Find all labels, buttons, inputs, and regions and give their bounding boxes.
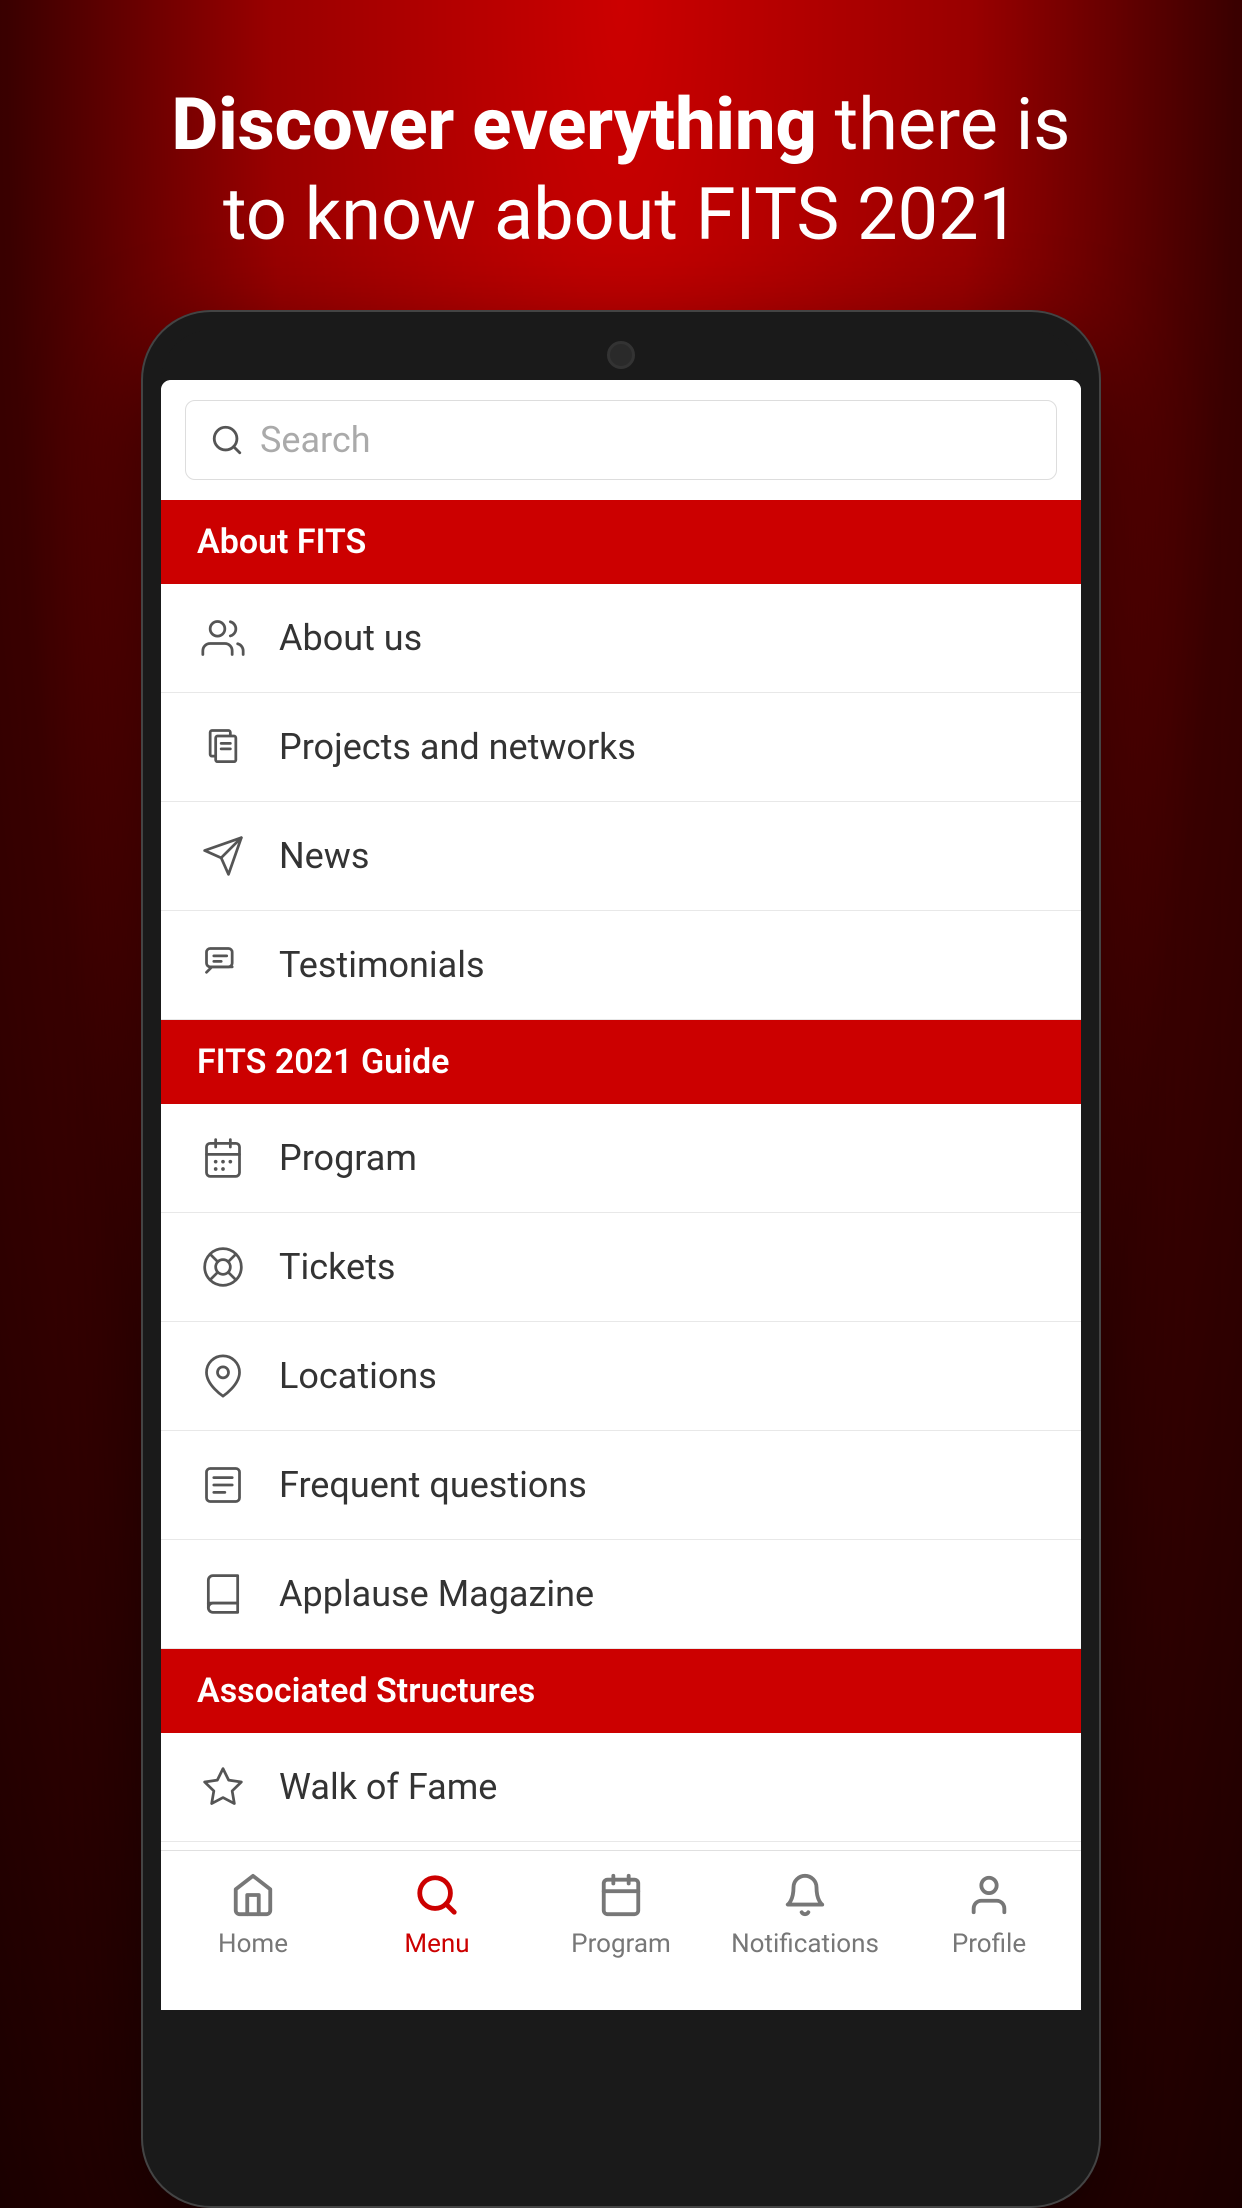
send-icon	[197, 830, 249, 882]
bell-icon	[779, 1869, 831, 1921]
ticket-icon	[197, 1241, 249, 1293]
projects-networks-label: Projects and networks	[279, 726, 636, 768]
nav-home-label: Home	[218, 1929, 288, 1959]
nav-profile[interactable]: Profile	[897, 1869, 1081, 1959]
menu-item-news[interactable]: News	[161, 802, 1081, 911]
hero-bold: Discover everything	[172, 82, 817, 167]
testimonials-label: Testimonials	[279, 944, 485, 986]
menu-item-applause-magazine[interactable]: Applause Magazine	[161, 1540, 1081, 1649]
nav-home[interactable]: Home	[161, 1869, 345, 1959]
section-header-about-fits: About FITS	[161, 500, 1081, 584]
nav-program-label: Program	[571, 1929, 671, 1959]
menu-item-frequent-questions[interactable]: Frequent questions	[161, 1431, 1081, 1540]
menu-item-locations[interactable]: Locations	[161, 1322, 1081, 1431]
location-icon	[197, 1350, 249, 1402]
search-bar[interactable]: Search	[185, 400, 1057, 480]
menu-item-projects-networks[interactable]: Projects and networks	[161, 693, 1081, 802]
chat-icon	[197, 939, 249, 991]
star-icon	[197, 1761, 249, 1813]
book-icon	[197, 1568, 249, 1620]
menu-item-walk-of-fame[interactable]: Walk of Fame	[161, 1733, 1081, 1842]
hero-section: Discover everything there is to know abo…	[112, 0, 1131, 310]
faq-icon	[197, 1459, 249, 1511]
hero-line2: to know about FITS 2021	[223, 172, 1019, 257]
menu-item-tickets[interactable]: Tickets	[161, 1213, 1081, 1322]
phone-screen: Search About FITS About us	[161, 380, 1081, 2010]
calendar-icon	[197, 1132, 249, 1184]
documents-icon	[197, 721, 249, 773]
search-placeholder-text: Search	[260, 419, 371, 461]
menu-item-testimonials[interactable]: Testimonials	[161, 911, 1081, 1020]
phone-notch	[161, 330, 1081, 380]
applause-magazine-label: Applause Magazine	[279, 1573, 594, 1615]
section-header-fits-guide: FITS 2021 Guide	[161, 1020, 1081, 1104]
calendar-nav-icon	[595, 1869, 647, 1921]
search-container: Search	[161, 380, 1081, 500]
menu-content: About FITS About us	[161, 500, 1081, 1850]
nav-notifications-label: Notifications	[731, 1929, 879, 1959]
walk-of-fame-label: Walk of Fame	[279, 1766, 497, 1808]
hero-rest: there is	[817, 82, 1071, 167]
frequent-questions-label: Frequent questions	[279, 1464, 587, 1506]
locations-label: Locations	[279, 1355, 437, 1397]
phone-frame: Search About FITS About us	[141, 310, 1101, 2208]
search-icon	[210, 423, 244, 457]
nav-menu[interactable]: Menu	[345, 1869, 529, 1959]
nav-notifications[interactable]: Notifications	[713, 1869, 897, 1959]
bottom-navigation: Home Menu	[161, 1850, 1081, 2010]
tickets-label: Tickets	[279, 1246, 395, 1288]
home-icon	[227, 1869, 279, 1921]
person-icon	[963, 1869, 1015, 1921]
nav-profile-label: Profile	[952, 1929, 1026, 1959]
about-us-label: About us	[279, 617, 422, 659]
nav-menu-label: Menu	[404, 1929, 469, 1959]
phone-camera	[607, 341, 635, 369]
nav-program[interactable]: Program	[529, 1869, 713, 1959]
program-label: Program	[279, 1137, 417, 1179]
menu-icon	[411, 1869, 463, 1921]
menu-item-about-us[interactable]: About us	[161, 584, 1081, 693]
people-icon	[197, 612, 249, 664]
news-label: News	[279, 835, 369, 877]
section-header-associated: Associated Structures	[161, 1649, 1081, 1733]
menu-item-program[interactable]: Program	[161, 1104, 1081, 1213]
